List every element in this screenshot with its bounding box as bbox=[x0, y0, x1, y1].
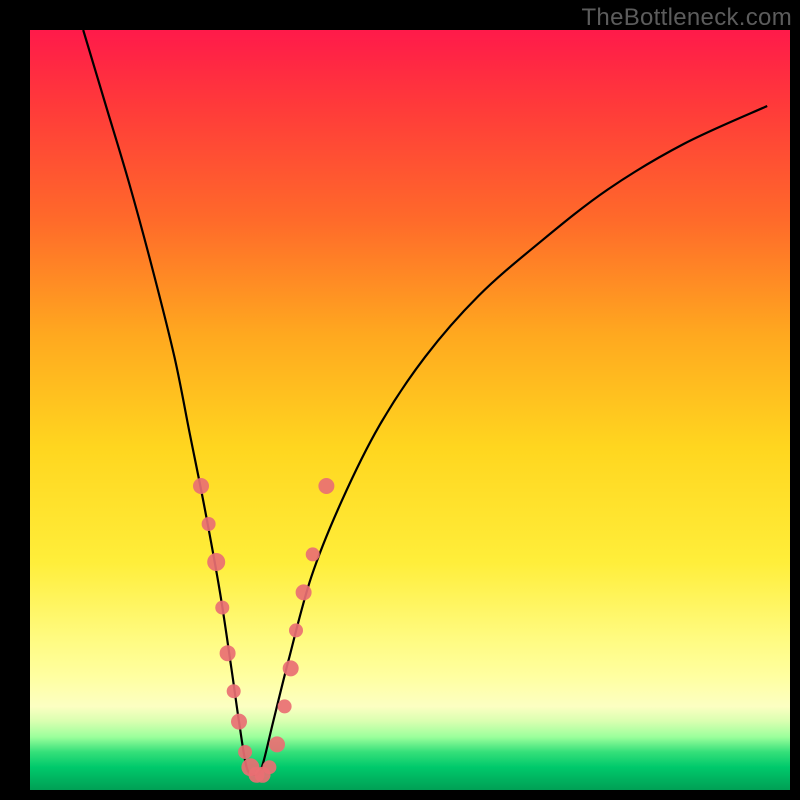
curve-marker bbox=[207, 553, 225, 571]
bottleneck-curve bbox=[83, 30, 767, 775]
chart-svg bbox=[30, 30, 790, 790]
curve-marker bbox=[306, 547, 320, 561]
curve-marker bbox=[283, 660, 299, 676]
curve-marker bbox=[318, 478, 334, 494]
curve-marker bbox=[231, 714, 247, 730]
curve-marker bbox=[227, 684, 241, 698]
curve-marker bbox=[296, 584, 312, 600]
curve-marker bbox=[193, 478, 209, 494]
chart-frame: TheBottleneck.com bbox=[0, 0, 800, 800]
curve-marker bbox=[278, 699, 292, 713]
curve-marker bbox=[262, 760, 276, 774]
curve-marker bbox=[269, 736, 285, 752]
curve-marker bbox=[215, 601, 229, 615]
watermark-text: TheBottleneck.com bbox=[581, 4, 792, 32]
curve-marker bbox=[202, 517, 216, 531]
curve-marker bbox=[220, 645, 236, 661]
curve-marker bbox=[289, 623, 303, 637]
curve-marker bbox=[238, 745, 252, 759]
plot-area bbox=[30, 30, 790, 790]
curve-markers bbox=[193, 478, 334, 783]
